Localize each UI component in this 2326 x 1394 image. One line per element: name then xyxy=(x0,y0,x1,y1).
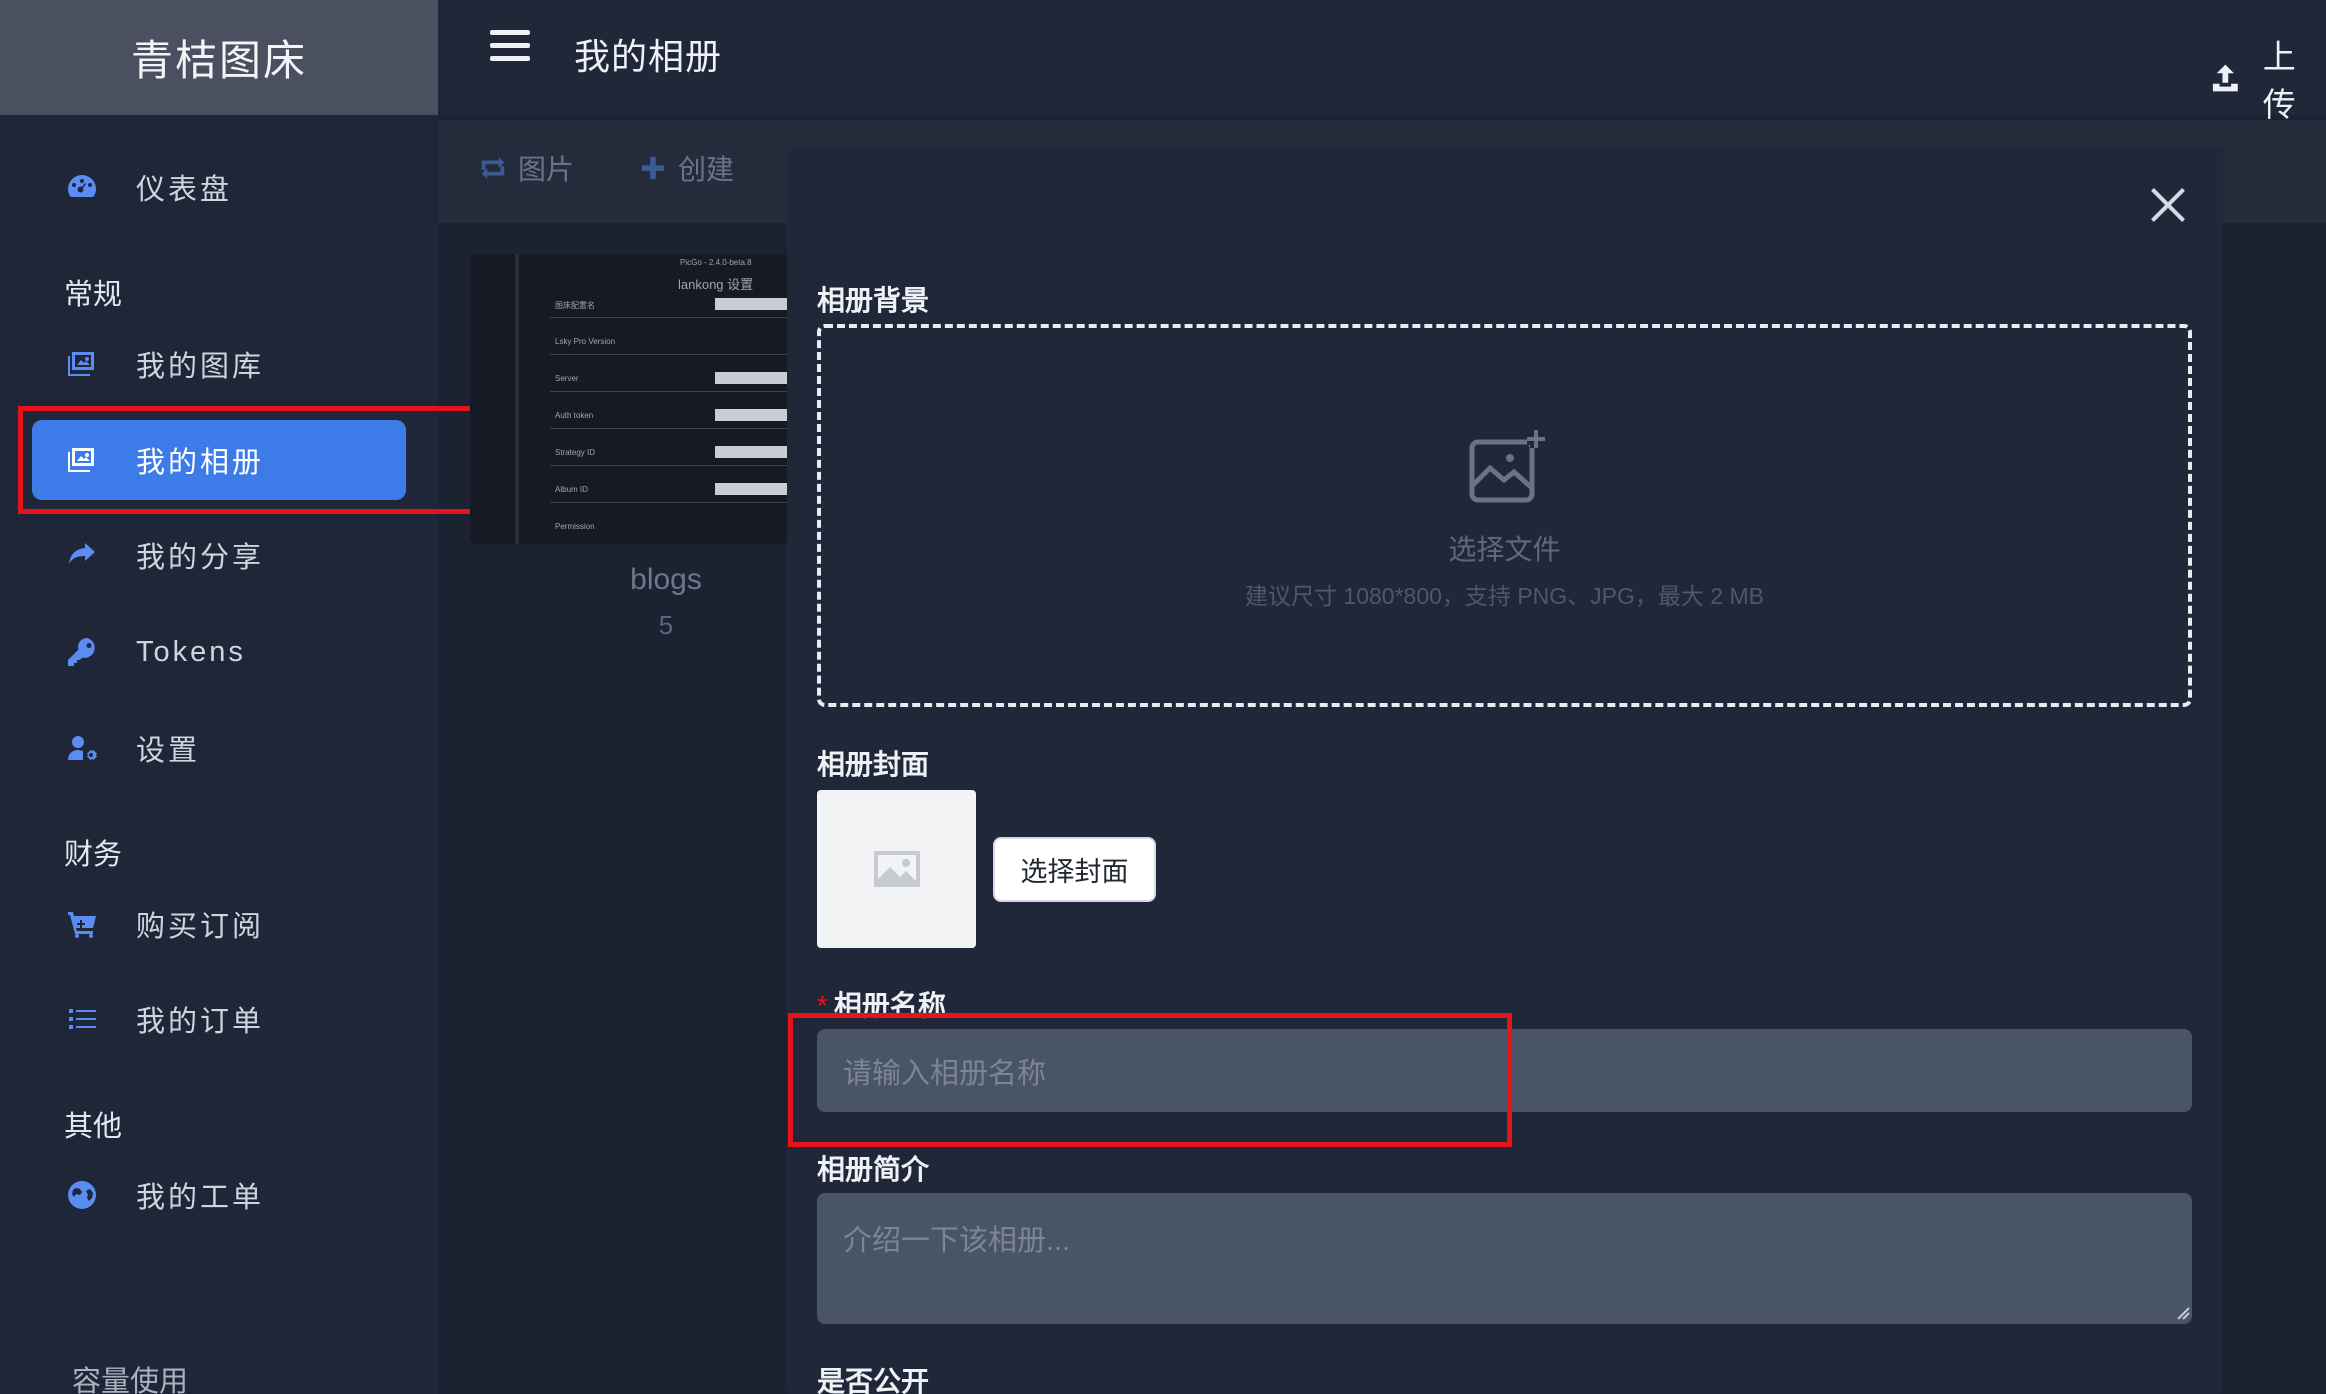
brand-logo[interactable]: 青桔图床 xyxy=(0,0,438,115)
section-finance: 财务 xyxy=(64,839,123,871)
background-label: 相册背景 xyxy=(817,285,930,316)
name-label-row: * 相册名称 xyxy=(817,984,946,1024)
public-label: 是否公开 xyxy=(817,1366,930,1394)
cart-icon xyxy=(62,904,102,944)
sidebar-item-subscribe[interactable]: 购买订阅 xyxy=(32,884,406,964)
thumb-version: PicGo - 2.4.0-beta.8 xyxy=(680,258,752,267)
sidebar-item-settings[interactable]: 设置 xyxy=(32,708,406,788)
brand-name: 青桔图床 xyxy=(130,37,307,84)
sidebar-item-album[interactable]: 我的相册 xyxy=(32,420,406,500)
swap-icon xyxy=(481,156,505,180)
images-tab-label: 图片 xyxy=(518,154,575,185)
sidebar-item-label: 我的工单 xyxy=(136,1182,265,1214)
page-title: 我的相册 xyxy=(574,36,723,77)
create-button[interactable]: 创建 xyxy=(638,148,734,188)
choose-file-label: 选择文件 xyxy=(1448,534,1561,565)
choose-cover-button[interactable]: 选择封面 xyxy=(993,837,1156,902)
sidebar-item-label: 我的图库 xyxy=(136,351,265,383)
sidebar-item-label: 设置 xyxy=(136,735,201,767)
required-mark: * xyxy=(817,990,828,1021)
sidebar-item-label: 我的分享 xyxy=(136,542,265,574)
album-icon xyxy=(62,440,102,480)
sidebar-item-label: Tokens xyxy=(136,635,246,668)
share-icon xyxy=(62,535,102,575)
key-icon xyxy=(62,632,102,672)
thumb-row-label: Auth token xyxy=(555,411,594,420)
cover-label: 相册封面 xyxy=(817,749,930,780)
sidebar-item-dashboard[interactable]: 仪表盘 xyxy=(32,147,406,227)
create-button-label: 创建 xyxy=(678,154,735,185)
images-tab[interactable]: 图片 xyxy=(478,148,574,188)
album-card-thumbnail[interactable]: PicGo - 2.4.0-beta.8 lankong 设置 图床配置名 Ls… xyxy=(470,254,790,544)
add-image-icon xyxy=(1469,430,1545,503)
storage-usage-label: 容量使用 xyxy=(72,1366,189,1394)
globe-icon xyxy=(62,1175,102,1215)
desc-label: 相册简介 xyxy=(817,1154,930,1185)
section-other: 其他 xyxy=(64,1111,123,1143)
section-general: 常规 xyxy=(64,279,123,311)
sidebar-item-tokens[interactable]: Tokens xyxy=(32,612,406,692)
plus-icon xyxy=(641,156,665,180)
album-description-textarea[interactable]: 介绍一下该相册... xyxy=(817,1193,2192,1324)
upload-label: 上传 xyxy=(2262,38,2296,123)
sidebar-item-orders[interactable]: 我的订单 xyxy=(32,979,406,1059)
sidebar-item-label: 购买订阅 xyxy=(136,911,265,943)
list-icon xyxy=(62,999,102,1039)
upload-icon xyxy=(2212,64,2238,92)
cover-preview[interactable] xyxy=(817,790,976,948)
thumb-row-label: Permission xyxy=(555,522,595,531)
menu-toggle-icon[interactable] xyxy=(490,30,530,70)
image-placeholder-icon xyxy=(873,851,920,887)
close-icon[interactable] xyxy=(2148,185,2188,225)
thumb-row-label: Lsky Pro Version xyxy=(555,337,616,346)
gallery-icon xyxy=(62,344,102,384)
upload-button[interactable]: 上传 xyxy=(2210,30,2326,126)
name-label: 相册名称 xyxy=(833,990,946,1021)
background-dropzone[interactable] xyxy=(817,324,2192,707)
resize-handle-icon[interactable] xyxy=(2176,1306,2190,1320)
album-name-input[interactable]: 请输入相册名称 xyxy=(817,1029,2192,1112)
upload-hint: 建议尺寸 1080*800，支持 PNG、JPG，最大 2 MB xyxy=(1245,583,1764,609)
dashboard-icon xyxy=(62,167,102,207)
sidebar-item-share[interactable]: 我的分享 xyxy=(32,515,406,595)
sidebar-item-label: 仪表盘 xyxy=(136,174,233,206)
thumb-row-label: Album ID xyxy=(555,485,588,494)
sidebar-item-tickets[interactable]: 我的工单 xyxy=(32,1155,406,1235)
thumb-row-label: Server xyxy=(555,374,579,383)
sidebar-item-label: 我的相册 xyxy=(136,447,265,479)
thumb-row-label: Strategy ID xyxy=(555,448,596,457)
thumb-row-label: 图床配置名 xyxy=(555,301,595,310)
sidebar-item-gallery[interactable]: 我的图库 xyxy=(32,324,406,404)
user-settings-icon xyxy=(62,728,102,768)
thumb-title: lankong 设置 xyxy=(678,277,754,292)
sidebar-item-label: 我的订单 xyxy=(136,1006,265,1038)
